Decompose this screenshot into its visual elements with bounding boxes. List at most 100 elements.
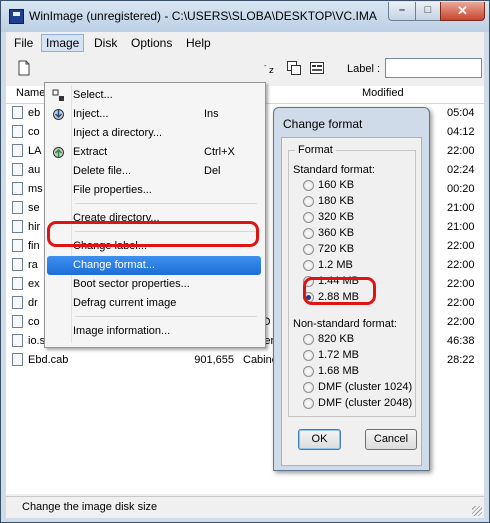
file-name: au: [28, 164, 41, 176]
file-icon: [12, 106, 23, 119]
radio-button[interactable]: [303, 244, 314, 255]
file-modified: 04:12: [447, 126, 475, 138]
radio-button[interactable]: [303, 196, 314, 207]
menu-image[interactable]: Image: [41, 34, 85, 52]
file-name: ra: [28, 259, 38, 271]
radio-label: DMF (cluster 1024): [318, 381, 413, 393]
menu-separator: [75, 203, 257, 204]
file-name: fin: [28, 240, 40, 252]
file-name: LA: [28, 145, 42, 157]
menu-item-label: Defrag current image: [73, 297, 177, 309]
file-modified: 46:38: [447, 335, 475, 347]
menu-item-extract[interactable]: Extract Ctrl+X: [47, 143, 261, 162]
file-name: co: [28, 316, 40, 328]
file-icon: [12, 353, 23, 366]
format-group-title: Format: [295, 144, 336, 156]
radio-button[interactable]: [303, 366, 314, 377]
copy-view-icon[interactable]: [286, 60, 302, 76]
change-format-highlight-ring: [47, 221, 259, 247]
file-modified: 22:00: [447, 316, 475, 328]
menu-item-shortcut: Ins: [204, 108, 219, 120]
menu-item-image-information[interactable]: Image information...: [47, 322, 261, 341]
file-name: ex: [28, 278, 40, 290]
radio-button[interactable]: [303, 382, 314, 393]
cancel-button[interactable]: Cancel: [365, 429, 417, 450]
winimage-window: WinImage (unregistered) - C:\USERS\SLOBA…: [0, 0, 490, 523]
menu-item-label: Inject a directory...: [73, 127, 163, 139]
file-name: hir: [28, 221, 41, 233]
select-icon: [52, 89, 65, 102]
column-modified-header[interactable]: Modified: [362, 87, 404, 99]
menu-item-label: Change format...: [73, 259, 155, 271]
maximize-button[interactable]: □: [415, 2, 441, 21]
radio-label: 180 KB: [318, 195, 355, 207]
file-modified: 28:22: [447, 354, 475, 366]
menu-options[interactable]: Options: [127, 35, 176, 51]
menu-item-change-format[interactable]: Change format...: [47, 256, 261, 275]
file-name: co: [28, 126, 40, 138]
radio-button[interactable]: [303, 398, 314, 409]
radio-label: 1.2 MB: [318, 259, 353, 271]
file-name: eb: [28, 107, 41, 119]
menu-item-inject[interactable]: Inject... Ins: [47, 105, 261, 124]
file-modified: 22:00: [447, 145, 475, 157]
radio-button[interactable]: [303, 260, 314, 271]
radio-label: 1.68 MB: [318, 365, 359, 377]
label-input[interactable]: [385, 58, 482, 78]
file-modified: 00:20: [447, 183, 475, 195]
menu-item-inject-a-directory[interactable]: Inject a directory...: [47, 124, 261, 143]
file-name: ms: [28, 183, 43, 195]
radio-label: 1.72 MB: [318, 349, 359, 361]
radio-button[interactable]: [303, 350, 314, 361]
menu-help[interactable]: Help: [182, 35, 215, 51]
menu-item-defrag-current-image[interactable]: Defrag current image: [47, 294, 261, 313]
menu-item-label: Boot sector properties...: [73, 278, 190, 290]
title-bar[interactable]: WinImage (unregistered) - C:\USERS\SLOBA…: [1, 1, 489, 32]
menu-separator: [75, 316, 257, 317]
file-modified: 22:00: [447, 297, 475, 309]
menu-item-file-properties[interactable]: File properties...: [47, 181, 261, 200]
file-modified: 21:00: [447, 202, 475, 214]
extract-icon: [52, 146, 65, 159]
radio-label: 820 KB: [318, 333, 355, 345]
radio-label: 720 KB: [318, 243, 355, 255]
radio-label: 320 KB: [318, 211, 355, 223]
radio-label: DMF (cluster 2048): [318, 397, 413, 409]
file-modified: 05:04: [447, 107, 475, 119]
radio-button[interactable]: [303, 180, 314, 191]
menu-disk[interactable]: Disk: [90, 35, 121, 51]
minimize-button[interactable]: –: [388, 2, 416, 21]
file-modified: 22:00: [447, 240, 475, 252]
file-icon: [12, 277, 23, 290]
winimage-app-icon: [9, 9, 24, 24]
label-caption: Label :: [347, 63, 381, 75]
status-bar: Change the image disk size: [6, 496, 484, 518]
menu-item-boot-sector-properties[interactable]: Boot sector properties...: [47, 275, 261, 294]
menu-item-select[interactable]: Select...: [47, 86, 261, 105]
radio-button[interactable]: [303, 228, 314, 239]
radio-label: 360 KB: [318, 227, 355, 239]
close-button[interactable]: ✕: [440, 2, 485, 21]
file-icon: [12, 258, 23, 271]
file-modified: 02:24: [447, 164, 475, 176]
file-icon: [12, 334, 23, 347]
resize-grip[interactable]: [472, 506, 482, 516]
properties-icon[interactable]: [309, 60, 325, 76]
image-menu-dropdown: Select... Inject... Ins Inject a directory.…: [44, 82, 266, 348]
nonstandard-format-label: Non-standard format:: [293, 318, 397, 330]
ok-button[interactable]: OK: [298, 429, 341, 450]
radio-button[interactable]: [303, 334, 314, 345]
dialog-title: Change format: [283, 117, 363, 131]
menu-item-label: Image information...: [73, 325, 171, 337]
sort-icon[interactable]: -z: [263, 60, 279, 76]
menu-item-label: Extract: [73, 146, 108, 158]
file-icon: [12, 315, 23, 328]
window-title: WinImage (unregistered) - C:\USERS\SLOBA…: [29, 9, 377, 23]
menu-item-delete-file[interactable]: Delete file... Del: [47, 162, 261, 181]
file-icon: [12, 296, 23, 309]
menu-file[interactable]: File: [10, 35, 37, 51]
radio-button[interactable]: [303, 212, 314, 223]
status-text: Change the image disk size: [22, 501, 158, 513]
column-name-header[interactable]: Name: [16, 87, 45, 99]
new-file-icon[interactable]: [16, 60, 32, 76]
